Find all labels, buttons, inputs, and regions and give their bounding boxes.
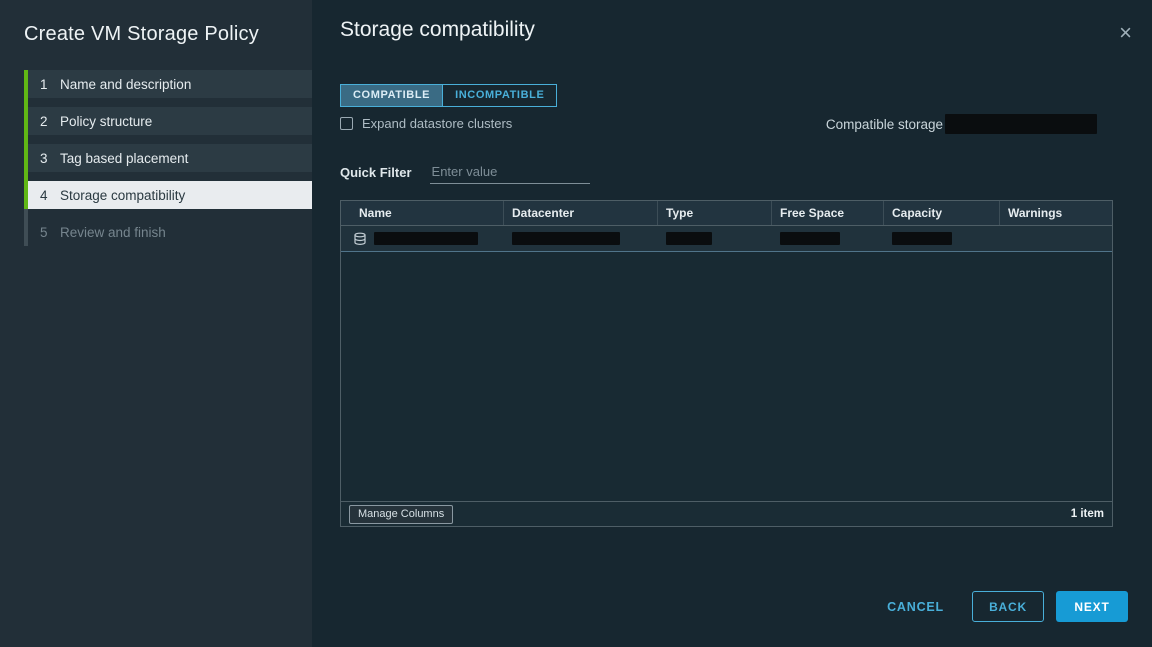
step-label: Review and finish — [60, 225, 166, 240]
table-footer: Manage Columns 1 item — [341, 501, 1112, 526]
datastore-table: Name Datacenter Type Free Space Capacity… — [340, 200, 1113, 527]
wizard-steps: 1 Name and description 2 Policy structur… — [24, 70, 312, 246]
progress-rail-done — [24, 70, 28, 209]
progress-rail-todo — [24, 209, 28, 246]
step-number: 3 — [40, 151, 54, 166]
step-tag-based-placement[interactable]: 3 Tag based placement — [28, 144, 312, 172]
table-empty-area — [341, 252, 1112, 501]
redacted-value — [892, 232, 952, 245]
column-header-datacenter[interactable]: Datacenter — [504, 201, 658, 225]
column-header-type[interactable]: Type — [658, 201, 772, 225]
cell-name — [341, 226, 504, 251]
progress-rail — [24, 70, 28, 246]
step-number: 1 — [40, 77, 54, 92]
step-number: 4 — [40, 188, 54, 203]
back-button[interactable]: BACK — [972, 591, 1044, 622]
manage-columns-button[interactable]: Manage Columns — [349, 505, 453, 524]
redacted-value — [512, 232, 620, 245]
step-name-and-description[interactable]: 1 Name and description — [28, 70, 312, 98]
step-number: 2 — [40, 114, 54, 129]
next-button[interactable]: NEXT — [1056, 591, 1128, 622]
step-storage-compatibility[interactable]: 4 Storage compatibility — [28, 181, 312, 209]
step-label: Policy structure — [60, 114, 152, 129]
compatible-storage-label: Compatible storage — [826, 117, 943, 132]
step-label: Storage compatibility — [60, 188, 185, 203]
expand-datastore-clusters-label: Expand datastore clusters — [362, 116, 512, 131]
cell-free-space — [772, 226, 884, 251]
cancel-button[interactable]: CANCEL — [881, 599, 950, 615]
expand-datastore-clusters-row[interactable]: Expand datastore clusters — [340, 116, 512, 131]
expand-datastore-clusters-checkbox[interactable] — [340, 117, 353, 130]
quick-filter-label: Quick Filter — [340, 165, 412, 180]
tab-compatible[interactable]: COMPATIBLE — [341, 85, 442, 106]
wizard-actions: CANCEL BACK NEXT — [881, 591, 1128, 622]
compatibility-tabs: COMPATIBLE INCOMPATIBLE — [340, 84, 557, 107]
cell-type — [658, 226, 772, 251]
step-number: 5 — [40, 225, 54, 240]
redacted-value — [374, 232, 478, 245]
wizard-sidebar: Create VM Storage Policy 1 Name and desc… — [0, 0, 312, 647]
tab-incompatible[interactable]: INCOMPATIBLE — [442, 85, 556, 106]
column-header-warnings[interactable]: Warnings — [1000, 201, 1112, 225]
column-header-capacity[interactable]: Capacity — [884, 201, 1000, 225]
cell-datacenter — [504, 226, 658, 251]
page-title: Storage compatibility — [340, 18, 535, 42]
column-header-free-space[interactable]: Free Space — [772, 201, 884, 225]
column-header-name[interactable]: Name — [341, 201, 504, 225]
step-label: Name and description — [60, 77, 191, 92]
redacted-value — [780, 232, 840, 245]
close-icon[interactable]: × — [1119, 22, 1132, 44]
datastore-icon — [353, 232, 367, 246]
wizard-title: Create VM Storage Policy — [0, 0, 312, 62]
quick-filter: Quick Filter — [340, 161, 590, 184]
step-review-and-finish: 5 Review and finish — [28, 218, 312, 246]
step-label: Tag based placement — [60, 151, 188, 166]
quick-filter-input[interactable] — [430, 161, 590, 184]
table-header-row: Name Datacenter Type Free Space Capacity… — [341, 201, 1112, 226]
item-count: 1 item — [1071, 508, 1104, 520]
redacted-value — [666, 232, 712, 245]
cell-capacity — [884, 226, 1000, 251]
step-policy-structure[interactable]: 2 Policy structure — [28, 107, 312, 135]
compatible-storage-summary: Compatible storage — [826, 114, 1097, 134]
cell-warnings — [1000, 226, 1112, 251]
storage-compatibility-panel: Storage compatibility × COMPATIBLE INCOM… — [312, 0, 1152, 647]
redacted-value — [945, 114, 1097, 134]
table-row[interactable] — [341, 226, 1112, 252]
